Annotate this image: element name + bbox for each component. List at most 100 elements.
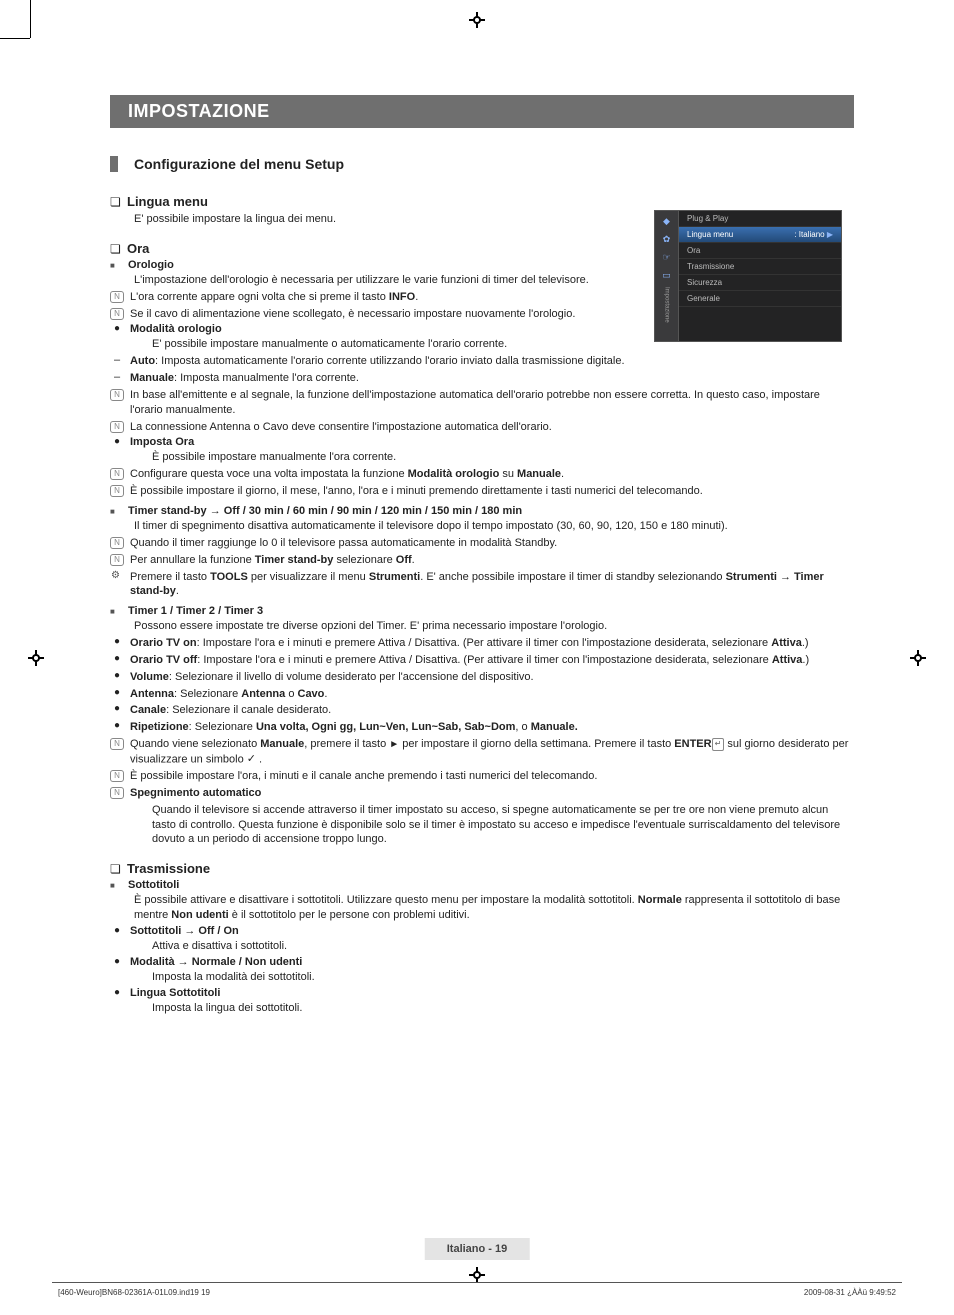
item-title: Orologio [128, 259, 174, 271]
note-row: N Configurare questa voce una volta impo… [110, 467, 854, 482]
note-text: Quando il timer raggiunge lo 0 il televi… [130, 536, 557, 551]
note-row: N Quando il timer raggiunge lo 0 il tele… [110, 536, 854, 551]
tools-icon [110, 571, 124, 583]
osd-item[interactable]: Trasmissione [679, 259, 841, 275]
subsection-title: Trasmissione [127, 861, 210, 876]
footer-left-text: [460-Weuro]BN68-02361A-01L09.ind19 19 [58, 1288, 210, 1297]
osd-item-selected[interactable]: Lingua menu : Italiano ▶ [679, 227, 841, 243]
bullet-row: ● Canale: Selezionare il canale desidera… [110, 703, 854, 718]
bullet-row: ● Modalità → Normale / Non udenti [110, 956, 854, 968]
filled-square-icon: ■ [110, 507, 122, 516]
square-bullet-icon: ❏ [110, 242, 121, 256]
body-text: Premere il tasto TOOLS per visualizzare … [130, 570, 854, 600]
dash-row: – Auto: Imposta automaticamente l'orario… [110, 354, 854, 369]
bullet-row: ● Antenna: Selezionare Antenna o Cavo. [110, 687, 854, 702]
check-icon: ✓ [247, 752, 256, 767]
item-timers: ■ Timer 1 / Timer 2 / Timer 3 [110, 605, 854, 617]
bullet-row: ● Orario TV on: Impostare l'ora e i minu… [110, 636, 854, 651]
body-text: È possibile attivare e disattivare i sot… [134, 893, 854, 923]
bullet-icon: ● [110, 956, 124, 967]
note-icon: N [110, 787, 124, 799]
osd-hand-icon: ☞ [661, 251, 673, 263]
note-icon: N [110, 537, 124, 549]
note-icon: N [110, 485, 124, 497]
filled-square-icon: ■ [110, 261, 122, 270]
note-text: Se il cavo di alimentazione viene scolle… [130, 307, 575, 322]
osd-sidebar: ◆ ✿ ☞ ▭ Impostazione [655, 211, 679, 341]
osd-item[interactable]: Plug & Play [679, 211, 841, 227]
osd-drop-icon: ◆ [661, 215, 673, 227]
note-icon: N [110, 770, 124, 782]
osd-item[interactable]: Generale [679, 291, 841, 307]
bullet-icon: ● [110, 636, 124, 647]
subsection-title: Ora [127, 241, 149, 256]
page-header: IMPOSTAZIONE [110, 95, 854, 128]
subsection-title: Lingua menu [127, 194, 208, 209]
body-text: Ripetizione: Selezionare Una volta, Ogni… [130, 720, 578, 735]
osd-sidebar-label: Impostazione [664, 287, 670, 323]
bullet-title: Sottotitoli → Off / On [130, 925, 239, 937]
bullet-icon: ● [110, 720, 124, 731]
right-arrow-icon: ▶ [827, 230, 833, 239]
body-text: Volume: Selezionare il livello di volume… [130, 670, 534, 685]
osd-preview: ◆ ✿ ☞ ▭ Impostazione Plug & Play Lingua … [654, 210, 842, 342]
note-title: Spegnimento automatico [130, 786, 261, 801]
note-text: È possibile impostare l'ora, i minuti e … [130, 769, 597, 784]
osd-item-label: Generale [687, 294, 720, 303]
bullet-row: ● Sottotitoli → Off / On [110, 925, 854, 937]
bullet-row: ● Imposta Ora [110, 436, 854, 448]
note-text: Configurare questa voce una volta impost… [130, 467, 564, 482]
note-icon: N [110, 308, 124, 320]
item-timer-standby: ■ Timer stand-by → Off / 30 min / 60 min… [110, 505, 854, 517]
bullet-row: ● Lingua Sottotitoli [110, 987, 854, 999]
bullet-title: Modalità → Normale / Non udenti [130, 956, 302, 968]
right-arrow-icon: ► [389, 739, 399, 750]
item-title: Timer 1 / Timer 2 / Timer 3 [128, 605, 263, 617]
filled-square-icon: ■ [110, 881, 122, 890]
note-icon: N [110, 421, 124, 433]
note-text: In base all'emittente e al segnale, la f… [130, 388, 854, 418]
note-text: L'ora corrente appare ogni volta che si … [130, 290, 418, 305]
enter-button-icon: ↵ [712, 738, 725, 751]
square-bullet-icon: ❏ [110, 195, 121, 209]
note-row: N Per annullare la funzione Timer stand-… [110, 553, 854, 568]
body-text: Imposta la modalità dei sottotitoli. [152, 970, 854, 985]
osd-item-label: Lingua menu [687, 230, 733, 239]
bullet-row: ● Orario TV off: Impostare l'ora e i min… [110, 653, 854, 668]
note-icon: N [110, 468, 124, 480]
item-title: Timer stand-by → Off / 30 min / 60 min /… [128, 505, 522, 517]
bullet-icon: ● [110, 687, 124, 698]
body-text: Il timer di spegnimento disattiva automa… [134, 519, 854, 534]
note-row: N È possibile impostare il giorno, il me… [110, 484, 854, 499]
note-text: È possibile impostare il giorno, il mese… [130, 484, 703, 499]
subsection-lingua-menu: ❏ Lingua menu [110, 194, 854, 209]
bullet-title: Lingua Sottotitoli [130, 987, 220, 999]
body-text: Orario TV on: Impostare l'ora e i minuti… [130, 636, 809, 651]
filled-square-icon: ■ [110, 607, 122, 616]
osd-item-label: Ora [687, 246, 700, 255]
bullet-icon: ● [110, 670, 124, 681]
bullet-row: ● Ripetizione: Selezionare Una volta, Og… [110, 720, 854, 735]
heading-marker-icon [110, 156, 118, 172]
body-text: Quando il televisore si accende attraver… [152, 803, 854, 848]
body-text: Antenna: Selezionare Antenna o Cavo. [130, 687, 327, 702]
dash-icon: – [110, 354, 124, 366]
body-text: Attiva e disattiva i sottotitoli. [152, 939, 854, 954]
section-heading-text: Configurazione del menu Setup [134, 156, 344, 172]
note-text: La connessione Antenna o Cavo deve conse… [130, 420, 552, 435]
osd-gear-icon: ✿ [661, 233, 673, 245]
bullet-title: Modalità orologio [130, 323, 222, 335]
osd-item[interactable]: Ora [679, 243, 841, 259]
body-text: Auto: Imposta automaticamente l'orario c… [130, 354, 625, 369]
osd-item[interactable]: Sicurezza [679, 275, 841, 291]
dash-icon: – [110, 371, 124, 383]
dash-row: – Manuale: Imposta manualmente l'ora cor… [110, 371, 854, 386]
bullet-icon: ● [110, 925, 124, 936]
osd-item-label: Trasmissione [687, 262, 734, 271]
footer-right-text: 2009-08-31 ¿ÀÀü 9:49:52 [804, 1288, 896, 1297]
bullet-icon: ● [110, 987, 124, 998]
note-row: N Quando viene selezionato Manuale, prem… [110, 737, 854, 767]
note-text: Per annullare la funzione Timer stand-by… [130, 553, 415, 568]
tools-row: Premere il tasto TOOLS per visualizzare … [110, 570, 854, 600]
page-number-label: Italiano - 19 [425, 1238, 530, 1260]
